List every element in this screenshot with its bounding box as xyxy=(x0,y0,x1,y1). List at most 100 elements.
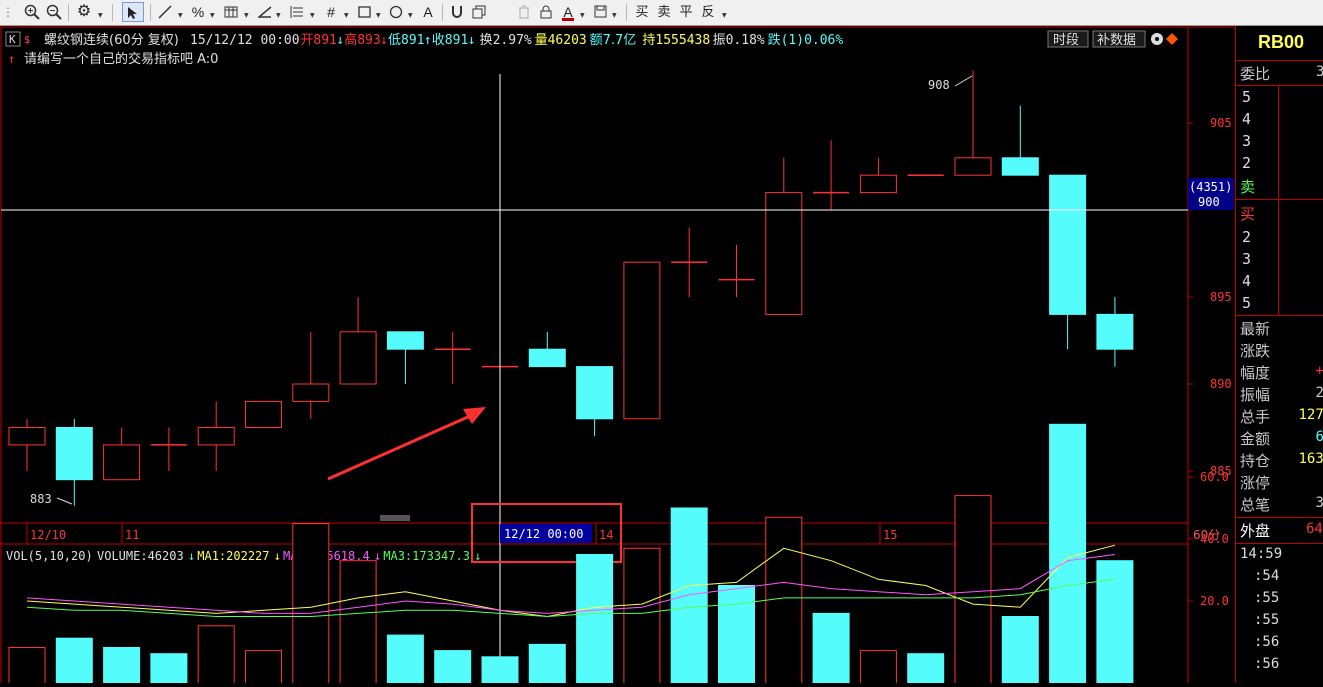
chevron-down-icon[interactable]: ▼ xyxy=(98,12,103,19)
stat-label: 总手 xyxy=(1240,406,1270,427)
code-header: RB00 xyxy=(1236,26,1323,61)
chevron-down-icon[interactable]: ▼ xyxy=(244,12,249,19)
separator xyxy=(626,4,627,21)
quote-hold-value: 1555438 xyxy=(655,33,710,48)
separator xyxy=(112,4,113,21)
stat-value: 3 xyxy=(1316,495,1323,511)
scroll-handle[interactable] xyxy=(380,515,410,521)
diamond-icon[interactable] xyxy=(1166,33,1178,45)
save-icon[interactable] xyxy=(592,2,608,22)
candlestick-chart[interactable]: K $ 螺纹钢连续(60分 复权)15/12/12 00:00开891↓高893… xyxy=(0,26,1235,683)
tick-time: :54 xyxy=(1254,568,1279,584)
separator xyxy=(442,4,443,21)
sell-button[interactable]: 卖 xyxy=(655,2,673,22)
gear-icon[interactable]: ⚙ xyxy=(74,2,94,22)
chevron-down-icon[interactable]: ▼ xyxy=(580,12,585,19)
candle-body xyxy=(1050,175,1086,314)
hlines-tool-icon[interactable] xyxy=(288,2,306,22)
divider xyxy=(1236,517,1323,518)
volume-bar xyxy=(198,626,234,683)
rect-tool-icon[interactable] xyxy=(356,2,372,22)
quote-volume-label: 量 xyxy=(535,33,548,48)
volume-bar xyxy=(293,524,329,684)
crosshair-price-value: 900 xyxy=(1198,195,1220,209)
zoom-in-icon[interactable] xyxy=(22,2,42,22)
quote-close-label: 收 xyxy=(432,33,445,48)
sell-level: 5 xyxy=(1242,88,1251,106)
quote-open-value: 891 xyxy=(313,33,336,48)
magnet-icon[interactable] xyxy=(448,2,466,22)
k-icon-label: K xyxy=(9,33,16,46)
vol-name: VOL(5,10,20) xyxy=(6,549,93,563)
text-tool-icon[interactable]: A xyxy=(420,2,436,22)
separator xyxy=(68,4,69,21)
ma2-line xyxy=(27,555,1115,614)
grid-tool-icon[interactable] xyxy=(222,2,240,22)
quote-close-value: 891 xyxy=(445,33,468,48)
volume-bar xyxy=(1097,561,1133,683)
candle-body xyxy=(56,428,92,480)
zoom-out-icon[interactable] xyxy=(44,2,64,22)
angle-tool-icon[interactable] xyxy=(256,2,274,22)
settings-icon-center xyxy=(1155,37,1159,41)
chevron-down-icon[interactable]: ▼ xyxy=(210,12,215,19)
volume-bar xyxy=(246,651,282,683)
hash-tool-icon[interactable]: # xyxy=(322,2,340,22)
chart-area[interactable]: K $ 螺纹钢连续(60分 复权)15/12/12 00:00开891↓高893… xyxy=(0,26,1235,683)
color-tool-icon[interactable]: A xyxy=(560,2,576,22)
chevron-down-icon[interactable]: ▼ xyxy=(376,12,381,19)
buy-button[interactable]: 买 xyxy=(633,2,651,22)
volume-tick-label: 20.0 xyxy=(1200,594,1229,608)
line-tool-icon[interactable] xyxy=(156,2,174,22)
dollar-icon[interactable]: $ xyxy=(24,35,30,46)
chevron-down-icon[interactable]: ▼ xyxy=(344,12,349,19)
volume-bar xyxy=(1050,424,1086,683)
copy-icon[interactable] xyxy=(470,2,488,22)
grip-icon: ⋮ xyxy=(2,2,10,22)
volume-tick-label: 60.0 xyxy=(1200,470,1229,484)
stat-label: 幅度 xyxy=(1240,362,1270,383)
date-tick-label: 15 xyxy=(883,528,897,542)
circle-tool-icon[interactable] xyxy=(388,2,404,22)
outer-label: 外盘 xyxy=(1240,520,1270,541)
candle-body xyxy=(860,175,896,192)
flat-button[interactable]: 平 xyxy=(677,2,695,22)
annotation-arrow-line xyxy=(328,416,470,479)
chevron-down-icon[interactable]: ▼ xyxy=(276,12,281,19)
buy-level: 3 xyxy=(1242,250,1251,268)
candle-body xyxy=(955,158,991,175)
stat-value: 163 xyxy=(1299,451,1323,467)
quote-datetime: 15/12/12 00:00 xyxy=(190,33,300,48)
low-marker-line xyxy=(57,498,72,504)
chevron-down-icon[interactable]: ▼ xyxy=(178,12,183,19)
chevron-down-icon[interactable]: ▼ xyxy=(722,12,727,19)
delete-icon[interactable] xyxy=(516,2,532,22)
quote-close-arrow: ↓ xyxy=(468,33,476,48)
vol-ma3: MA3:173347.3 xyxy=(383,549,470,563)
chevron-down-icon[interactable]: ▼ xyxy=(408,12,413,19)
quote-title: 螺纹钢连续(60分 复权) xyxy=(44,32,179,48)
chevron-down-icon[interactable]: ▼ xyxy=(310,12,315,19)
reverse-button[interactable]: 反 xyxy=(699,2,717,22)
quote-high-arrow: ↓ xyxy=(380,33,388,48)
indicator-text[interactable]: 请编写一个自己的交易指标吧 A:0 xyxy=(24,51,218,67)
cursor-icon[interactable] xyxy=(122,2,144,22)
right-panel: RB00 委比 3 5432卖买2345 最新涨跌幅度+振幅2总手127金额6持… xyxy=(1235,26,1323,683)
lock-icon[interactable] xyxy=(538,2,554,22)
candle-body xyxy=(1097,314,1133,349)
divider xyxy=(1236,199,1323,200)
percent-tool-icon[interactable]: % xyxy=(190,2,206,22)
vol-volume: VOLUME:46203 xyxy=(97,549,184,563)
tick-time: :55 xyxy=(1254,590,1279,606)
volume-bar xyxy=(482,657,518,683)
buy-level: 5 xyxy=(1242,294,1251,312)
chevron-down-icon[interactable]: ▼ xyxy=(612,12,617,19)
quote-header: 螺纹钢连续(60分 复权)15/12/12 00:00开891↓高893↓低89… xyxy=(44,32,843,48)
candle-body xyxy=(387,332,423,349)
divider xyxy=(1236,85,1323,86)
outer-value: 64 xyxy=(1306,521,1323,537)
divider xyxy=(1236,543,1323,544)
vol-ma1-arrow: ↓ xyxy=(274,549,281,563)
separator xyxy=(150,4,151,21)
stat-label: 涨跌 xyxy=(1240,340,1270,361)
